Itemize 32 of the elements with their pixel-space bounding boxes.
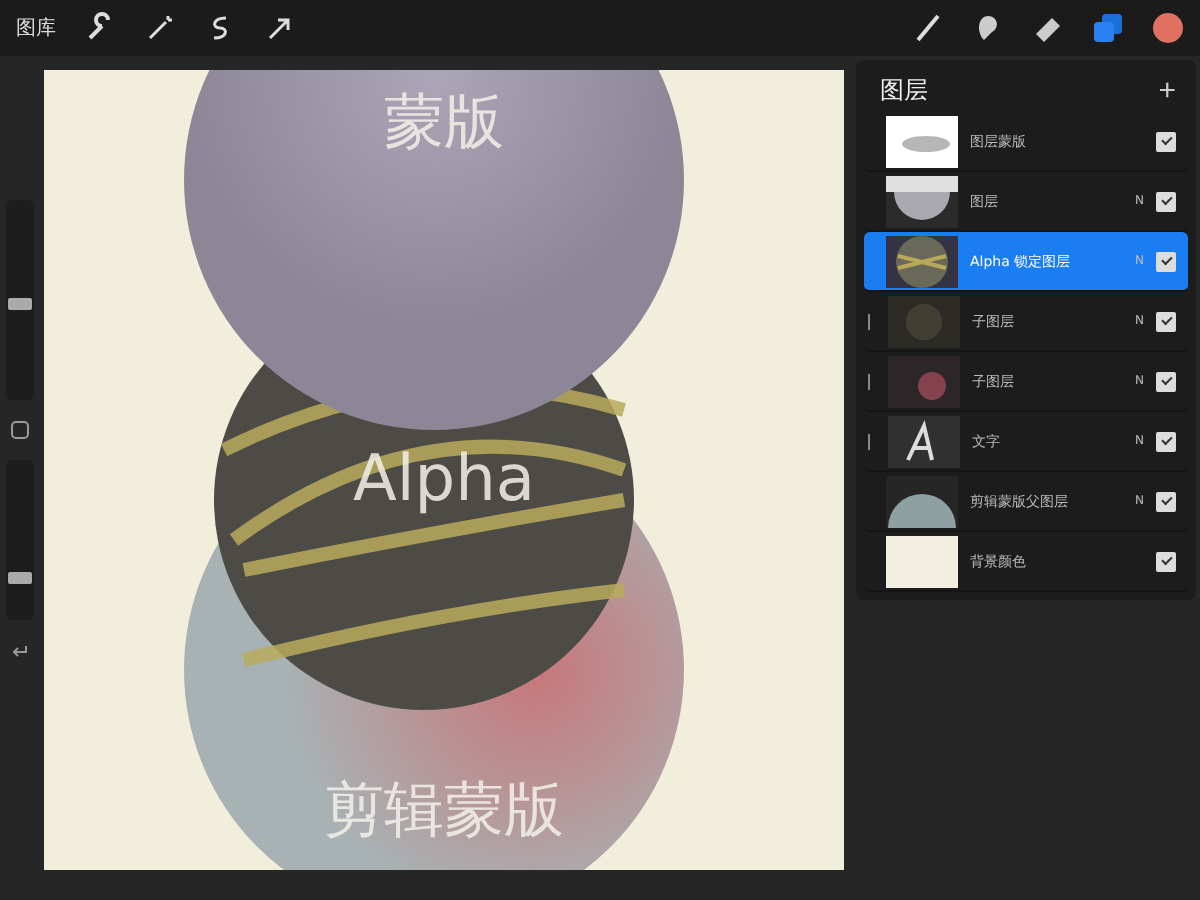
layer-thumbnail: [886, 535, 958, 587]
layer-thumbnail: [886, 175, 958, 227]
visibility-checkbox[interactable]: [1156, 251, 1176, 271]
layer-thumbnail: [886, 475, 958, 527]
eraser-icon[interactable]: [1032, 12, 1064, 44]
visibility-checkbox[interactable]: [1156, 431, 1176, 451]
magic-wand-icon[interactable]: [144, 12, 176, 44]
square-icon[interactable]: [10, 420, 30, 440]
canvas-label: 蒙版: [382, 86, 506, 162]
layer-thumbnail: [888, 355, 960, 407]
layer-thumbnail: [886, 235, 958, 287]
undo-icon[interactable]: [10, 640, 30, 660]
visibility-checkbox[interactable]: [1156, 311, 1176, 331]
slider-thumb[interactable]: [8, 572, 32, 585]
layer-thumbnail: [888, 295, 960, 347]
visibility-checkbox[interactable]: [1156, 131, 1176, 151]
layer-thumbnail: [886, 115, 958, 167]
slider-thumb[interactable]: [8, 297, 32, 310]
visibility-checkbox[interactable]: [1156, 191, 1176, 211]
visibility-checkbox[interactable]: [1156, 371, 1176, 391]
panel-title: 图层: [880, 73, 928, 107]
gallery-link[interactable]: 图库: [16, 14, 56, 42]
layer-thumbnail: [888, 415, 960, 467]
layers-icon[interactable]: [1092, 12, 1124, 44]
canvas-label: 剪辑蒙版: [322, 774, 566, 850]
color-swatch-icon[interactable]: [1152, 12, 1184, 44]
canvas-label: Alpha: [351, 440, 537, 516]
wrench-icon[interactable]: [84, 12, 116, 44]
visibility-checkbox[interactable]: [1156, 551, 1176, 571]
add-layer-button[interactable]: +: [1158, 73, 1176, 107]
brush-icon[interactable]: [912, 12, 944, 44]
visibility-checkbox[interactable]: [1156, 491, 1176, 511]
